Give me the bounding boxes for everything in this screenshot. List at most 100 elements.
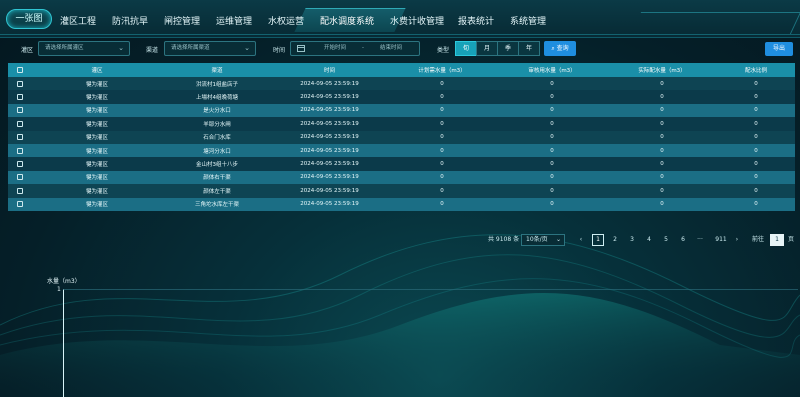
chart-y-axis-label: 水量（m3） xyxy=(47,278,81,285)
cell-actual: 0 xyxy=(660,120,664,127)
type-option-year[interactable]: 年 xyxy=(518,41,540,56)
goto-page-input[interactable]: 1 xyxy=(770,234,784,246)
cell-time: 2024-09-05 23:59:19 xyxy=(300,94,359,101)
cell-planned: 0 xyxy=(440,120,444,127)
cell-planned: 0 xyxy=(440,187,444,194)
nav-item-gate-control[interactable]: 闸控管理 xyxy=(164,14,200,27)
chevron-down-icon: ⌄ xyxy=(555,236,561,243)
cell-approved: 0 xyxy=(550,80,554,87)
header-ratio: 配水比例 xyxy=(744,68,767,74)
table-row[interactable]: 犍为灌区 是火分水口 2024-09-05 23:59:19 0 0 0 0 xyxy=(8,103,795,118)
district-select-placeholder: 请选择所属灌区 xyxy=(45,45,84,51)
cell-approved: 0 xyxy=(550,147,554,154)
row-checkbox[interactable] xyxy=(17,134,23,141)
next-page-button[interactable]: › xyxy=(731,234,743,246)
nav-home-button[interactable]: 一张图 xyxy=(6,9,52,29)
row-checkbox-cell[interactable] xyxy=(8,80,32,87)
page-4[interactable]: 4 xyxy=(643,234,655,246)
cell-channel: 羊耶分水闸 xyxy=(203,121,231,128)
table-row[interactable]: 犍为灌区 洪流村1组盐店子 2024-09-05 23:59:19 0 0 0 0 xyxy=(8,77,795,91)
cell-ratio: 0 xyxy=(754,94,758,101)
nav-edge-line xyxy=(0,34,800,35)
select-all-checkbox-cell[interactable] xyxy=(8,67,32,73)
cell-district: 犍为灌区 xyxy=(85,188,108,195)
nav-decoration xyxy=(630,12,800,34)
row-checkbox-cell[interactable] xyxy=(8,94,32,101)
channel-select-placeholder: 请选择所属渠道 xyxy=(171,45,210,51)
table-row[interactable]: 犍为灌区 颜体左干渠 2024-09-05 23:59:19 0 0 0 0 xyxy=(8,184,795,198)
row-checkbox-cell[interactable] xyxy=(8,161,32,168)
row-checkbox[interactable] xyxy=(17,94,23,101)
cell-actual: 0 xyxy=(660,174,664,181)
page-2[interactable]: 2 xyxy=(609,234,621,246)
cell-approved: 0 xyxy=(550,161,554,168)
table-row[interactable]: 犍为灌区 上場村4组晚荷塘 2024-09-05 23:59:19 0 0 0 0 xyxy=(8,90,795,104)
table-row[interactable]: 犍为灌区 羊耶分水闸 2024-09-05 23:59:19 0 0 0 0 xyxy=(8,117,795,131)
cell-planned: 0 xyxy=(440,80,444,87)
district-select[interactable]: 请选择所属灌区 ⌄ xyxy=(38,41,130,56)
nav-item-water-fee[interactable]: 水费计收管理 xyxy=(390,14,444,27)
row-checkbox-cell[interactable] xyxy=(8,147,32,154)
calendar-icon xyxy=(297,45,305,52)
nav-item-irrigation-project[interactable]: 灌区工程 xyxy=(60,14,96,27)
table-row[interactable]: 犍为灌区 石合门水库 2024-09-05 23:59:19 0 0 0 0 xyxy=(8,130,795,144)
table-row[interactable]: 犍为灌区 颜体右干渠 2024-09-05 23:59:19 0 0 0 0 xyxy=(8,170,795,185)
export-button[interactable]: 导出 xyxy=(765,42,793,56)
cell-channel: 上場村4组晚荷塘 xyxy=(196,95,238,102)
header-planned: 计划需水量（m3） xyxy=(418,68,466,74)
nav-item-water-dispatch[interactable]: 配水调度系统 xyxy=(320,14,374,27)
type-option-month[interactable]: 月 xyxy=(476,41,498,56)
row-checkbox[interactable] xyxy=(17,147,23,154)
row-checkbox[interactable] xyxy=(17,120,23,127)
row-checkbox[interactable] xyxy=(17,187,23,194)
filter-bar: 灌区 请选择所属灌区 ⌄ 渠道 请选择所属渠道 ⌄ 时间 开始时间 - 结束时间… xyxy=(0,40,800,58)
cell-district: 犍为灌区 xyxy=(85,95,108,102)
row-checkbox-cell[interactable] xyxy=(8,107,32,114)
nav-item-water-rights[interactable]: 水权运营 xyxy=(268,14,304,27)
row-checkbox-cell[interactable] xyxy=(8,174,32,181)
nav-item-flood-drought[interactable]: 防汛抗旱 xyxy=(112,14,148,27)
nav-item-system[interactable]: 系统管理 xyxy=(510,14,546,27)
channel-select[interactable]: 请选择所属渠道 ⌄ xyxy=(164,41,256,56)
cell-channel: 洪流村1组盐店子 xyxy=(196,81,238,88)
row-checkbox[interactable] xyxy=(17,107,23,114)
cell-planned: 0 xyxy=(440,107,444,114)
channel-label: 渠道 xyxy=(146,47,159,54)
prev-page-button[interactable]: ‹ xyxy=(575,234,587,246)
cell-district: 犍为灌区 xyxy=(85,175,108,182)
type-option-xun[interactable]: 旬 xyxy=(455,41,477,56)
row-checkbox-cell[interactable] xyxy=(8,120,32,127)
page-1[interactable]: 1 xyxy=(592,234,604,246)
type-option-quarter[interactable]: 季 xyxy=(497,41,519,56)
page-5[interactable]: 5 xyxy=(660,234,672,246)
district-label: 灌区 xyxy=(21,47,34,54)
cell-planned: 0 xyxy=(440,134,444,141)
search-icon: ⌕ xyxy=(551,45,555,52)
page-last[interactable]: 911 xyxy=(712,234,730,246)
page-ellipsis[interactable]: ··· xyxy=(694,234,706,246)
row-checkbox-cell[interactable] xyxy=(8,134,32,141)
start-date-input[interactable]: 开始时间 xyxy=(315,42,355,55)
nav-item-operations[interactable]: 运维管理 xyxy=(216,14,252,27)
pagination: 共 9108 条 10条/页 ⌄ ‹ 1 2 3 4 5 6 ··· 911 ›… xyxy=(0,234,800,246)
cell-district: 犍为灌区 xyxy=(85,135,108,142)
page-3[interactable]: 3 xyxy=(626,234,638,246)
query-button[interactable]: ⌕ 查询 xyxy=(544,41,576,56)
row-checkbox[interactable] xyxy=(17,80,23,87)
row-checkbox[interactable] xyxy=(17,161,23,168)
end-date-input[interactable]: 结束时间 xyxy=(371,42,411,55)
date-range-picker[interactable]: 开始时间 - 结束时间 xyxy=(290,41,420,56)
cell-ratio: 0 xyxy=(754,80,758,87)
cell-approved: 0 xyxy=(550,174,554,181)
page-size-select[interactable]: 10条/页 ⌄ xyxy=(521,234,565,246)
select-all-checkbox[interactable] xyxy=(17,67,23,73)
cell-ratio: 0 xyxy=(754,161,758,168)
nav-item-reports[interactable]: 报表统计 xyxy=(458,14,494,27)
cell-actual: 0 xyxy=(660,80,664,87)
page-6[interactable]: 6 xyxy=(677,234,689,246)
table-row[interactable]: 犍为灌区 金山村3组十八步 2024-09-05 23:59:19 0 0 0 0 xyxy=(8,157,795,171)
table-row[interactable]: 犍为灌区 塘河分水口 2024-09-05 23:59:19 0 0 0 0 xyxy=(8,143,795,158)
row-checkbox-cell[interactable] xyxy=(8,187,32,194)
chevron-down-icon: ⌄ xyxy=(118,44,124,52)
row-checkbox[interactable] xyxy=(17,174,23,181)
